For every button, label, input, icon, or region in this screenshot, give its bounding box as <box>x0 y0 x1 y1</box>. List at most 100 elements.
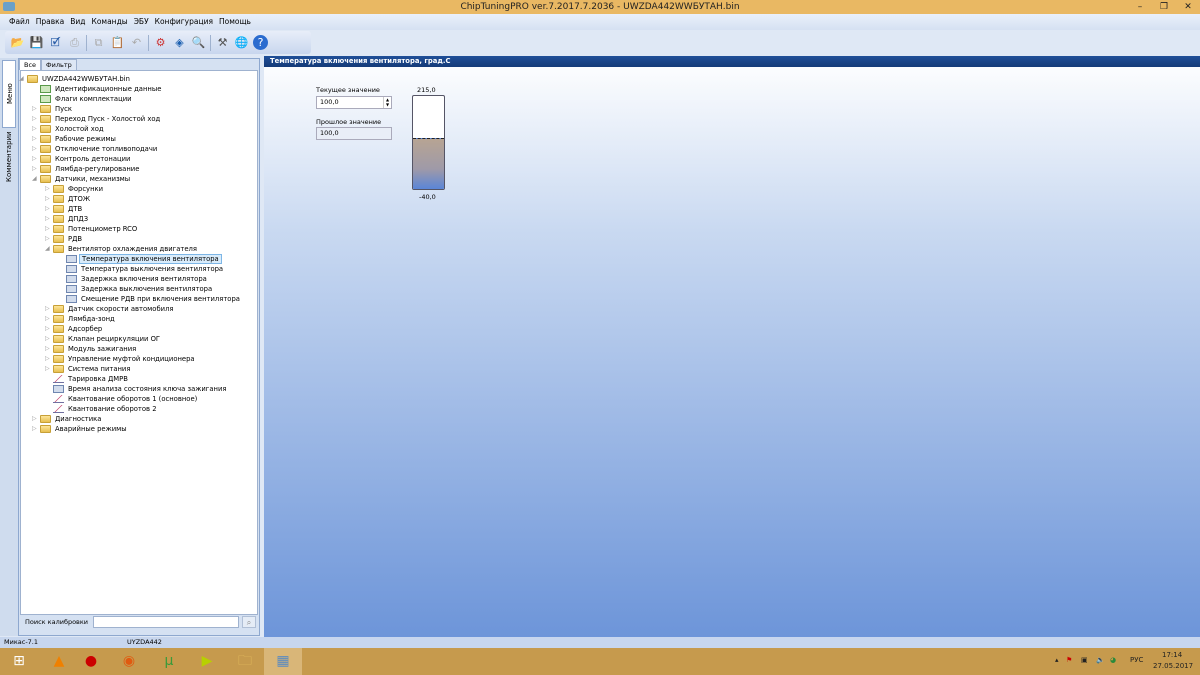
undo-icon[interactable]: ↶ <box>129 35 144 50</box>
collapsed-arrow-icon[interactable]: ▷ <box>45 304 51 314</box>
menu-ecu[interactable]: ЭБУ <box>131 14 152 30</box>
firefox-icon[interactable]: ◉ <box>110 648 148 675</box>
current-value-input[interactable]: 100,0 ▲ ▼ <box>316 96 392 109</box>
collapsed-arrow-icon[interactable]: ▷ <box>45 194 51 204</box>
menu-file[interactable]: Файл <box>6 14 33 30</box>
val-icon <box>66 265 77 273</box>
collapsed-arrow-icon[interactable]: ▷ <box>45 334 51 344</box>
tray-arrow-icon[interactable]: ▴ <box>1055 656 1059 664</box>
tray-volume-icon[interactable]: 🔈 <box>1096 656 1105 664</box>
tray-network-icon[interactable]: ▣ <box>1081 656 1088 664</box>
editor-title: Температура включения вентилятора, град.… <box>264 56 1200 67</box>
save-icon[interactable]: 💾 <box>29 35 44 50</box>
info-icon[interactable]: ◈ <box>172 35 187 50</box>
paste-icon[interactable]: 📋 <box>110 35 125 50</box>
folder-icon <box>40 145 51 153</box>
collapsed-arrow-icon[interactable]: ▷ <box>45 324 51 334</box>
collapsed-arrow-icon[interactable]: ▷ <box>45 314 51 324</box>
tools-icon[interactable]: ⚒ <box>215 35 230 50</box>
maximize-button[interactable]: ❐ <box>1152 0 1176 14</box>
print-icon[interactable]: ⎙ <box>67 35 82 50</box>
previous-value: 100,0 <box>320 129 339 137</box>
tree-item-label: Флаги комплектации <box>55 95 132 103</box>
collapsed-arrow-icon[interactable]: ▷ <box>32 164 38 174</box>
search-icon[interactable]: ⌕ <box>242 616 256 628</box>
editor-panel: Температура включения вентилятора, град.… <box>264 56 1200 637</box>
menu-config[interactable]: Конфигурация <box>152 14 216 30</box>
tree-item-label: Тарировка ДМРВ <box>68 375 128 383</box>
folder-icon <box>40 155 51 163</box>
collapsed-arrow-icon[interactable]: ▷ <box>45 214 51 224</box>
connect-icon[interactable]: ⚙ <box>153 35 168 50</box>
tab-comments[interactable]: Комментарии <box>2 131 16 182</box>
tray-sync-icon[interactable]: ◕ <box>1110 656 1116 664</box>
expanded-arrow-icon[interactable]: ◢ <box>19 74 25 84</box>
close-button[interactable]: ✕ <box>1176 0 1200 14</box>
value-gauge <box>412 95 445 190</box>
spinner-icon[interactable]: ▲ ▼ <box>383 97 391 108</box>
collapsed-arrow-icon[interactable]: ▷ <box>32 414 38 424</box>
collapsed-arrow-icon[interactable]: ▷ <box>32 154 38 164</box>
collapsed-arrow-icon[interactable]: ▷ <box>32 144 38 154</box>
taskbar: ⊞ ▲ ● ◉ µ ▶ 🗀 ▦ ▴ ⚑ ▣ 🔈 ◕ РУС 17:14 27.0… <box>0 648 1200 675</box>
open-icon[interactable]: 📂 <box>10 35 25 50</box>
app-red-icon[interactable]: ● <box>72 648 110 675</box>
gauge-min: -40,0 <box>419 193 436 201</box>
tray-time[interactable]: 17:14 <box>1162 651 1182 659</box>
folder-icon <box>53 185 64 193</box>
expanded-arrow-icon[interactable]: ◢ <box>45 244 51 254</box>
collapsed-arrow-icon[interactable]: ▷ <box>45 344 51 354</box>
collapsed-arrow-icon[interactable]: ▷ <box>45 234 51 244</box>
chiptuning-task-icon[interactable]: ▦ <box>264 648 302 675</box>
menu-view[interactable]: Вид <box>67 14 88 30</box>
collapsed-arrow-icon[interactable]: ▷ <box>32 124 38 134</box>
help-icon[interactable]: ? <box>253 35 268 50</box>
tree-item-label: РДВ <box>68 235 83 243</box>
check-icon <box>40 85 51 93</box>
minimize-button[interactable]: – <box>1128 0 1152 14</box>
menu-edit[interactable]: Правка <box>33 14 68 30</box>
tab-calibration-menu[interactable]: Меню калибровок <box>2 60 28 128</box>
player-icon[interactable]: ▶ <box>188 648 226 675</box>
menu-commands[interactable]: Команды <box>89 14 131 30</box>
explorer-icon[interactable]: 🗀 <box>226 648 264 675</box>
tray-date[interactable]: 27.05.2017 <box>1153 662 1193 670</box>
tab-all[interactable]: Все <box>19 59 42 70</box>
collapsed-arrow-icon[interactable]: ▷ <box>32 104 38 114</box>
start-icon[interactable]: ⊞ <box>0 648 38 675</box>
collapsed-arrow-icon[interactable]: ▷ <box>45 204 51 214</box>
graph-icon <box>53 375 64 383</box>
collapsed-arrow-icon[interactable]: ▷ <box>45 354 51 364</box>
separator <box>148 34 149 51</box>
save-check-icon[interactable]: 🗹 <box>48 35 63 50</box>
utorrent-icon[interactable]: µ <box>150 648 188 675</box>
tree-item-label: Аварийные режимы <box>55 425 127 433</box>
collapsed-arrow-icon[interactable]: ▷ <box>32 424 38 434</box>
search-zoom-icon[interactable]: 🔍 <box>191 35 206 50</box>
collapsed-arrow-icon[interactable]: ▷ <box>45 184 51 194</box>
tree-item-label: Лямбда-зонд <box>68 315 115 323</box>
folder-icon <box>53 215 64 223</box>
folder-icon <box>53 245 64 253</box>
globe-icon[interactable]: 🌐 <box>234 35 249 50</box>
status-bar: Микас-7.1 UYZDA442 <box>0 637 1200 648</box>
expanded-arrow-icon[interactable]: ◢ <box>32 174 38 184</box>
folder-icon <box>40 425 51 433</box>
tree-item-label: Время анализа состояния ключа зажигания <box>68 385 227 393</box>
folder-icon <box>40 165 51 173</box>
check-icon <box>40 95 51 103</box>
search-input[interactable] <box>93 616 239 628</box>
menu-help[interactable]: Помощь <box>216 14 254 30</box>
tree-item-label: ДТВ <box>68 205 83 213</box>
collapsed-arrow-icon[interactable]: ▷ <box>45 224 51 234</box>
copy-icon[interactable]: ⧉ <box>91 35 106 50</box>
folder-icon <box>53 315 64 323</box>
folder-icon <box>40 125 51 133</box>
tab-filter[interactable]: Фильтр <box>41 59 77 70</box>
tray-flag-icon[interactable]: ⚑ <box>1066 656 1072 664</box>
tray-language[interactable]: РУС <box>1130 656 1143 664</box>
collapsed-arrow-icon[interactable]: ▷ <box>32 134 38 144</box>
tree-item-label: Пуск <box>55 105 72 113</box>
collapsed-arrow-icon[interactable]: ▷ <box>32 114 38 124</box>
collapsed-arrow-icon[interactable]: ▷ <box>45 364 51 374</box>
